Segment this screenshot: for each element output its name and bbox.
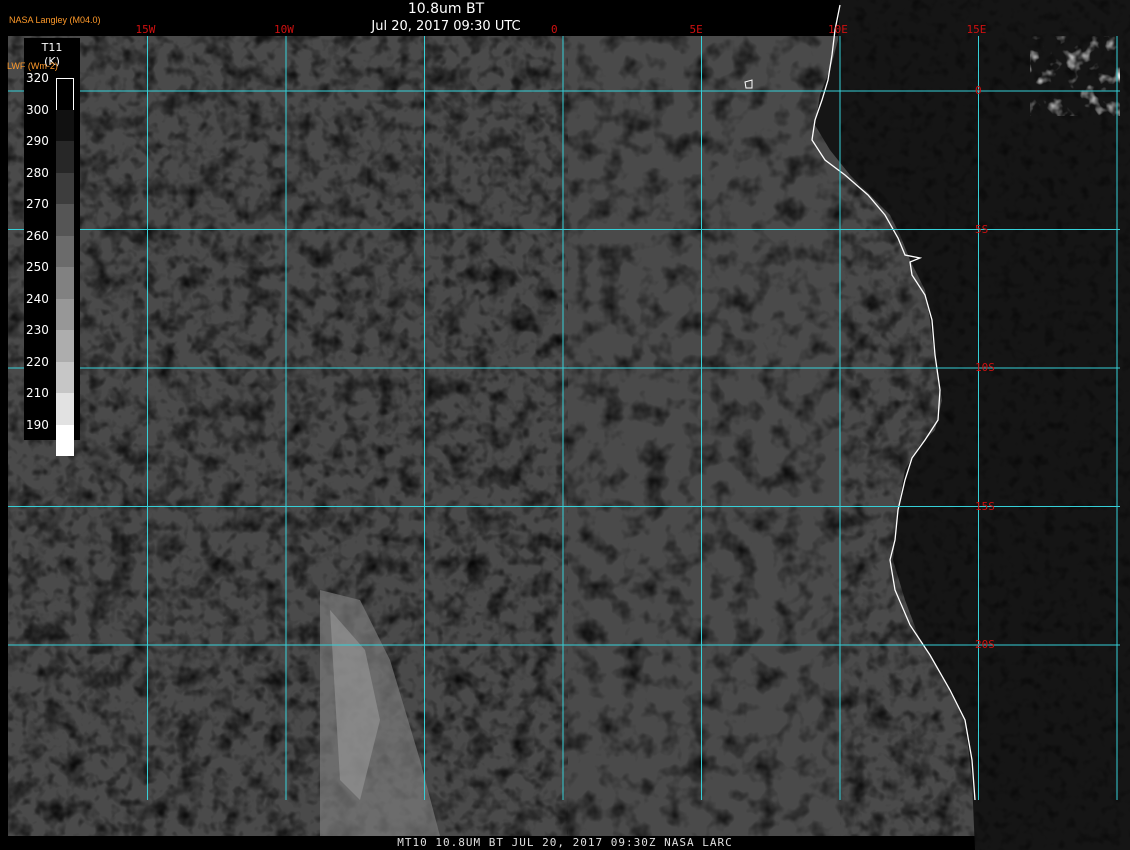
product-title: 10.8um BT bbox=[407, 1, 485, 17]
observation-time: Jul 20, 2017 09:30 UTC bbox=[371, 19, 521, 34]
image-footer: MT10 10.8UM BT JUL 20, 2017 09:30Z NASA … bbox=[397, 836, 733, 849]
legend-label: 260 bbox=[26, 228, 49, 243]
legend-variable: T11 bbox=[41, 41, 63, 54]
latitude-label: 0 bbox=[975, 84, 982, 97]
legend-swatch bbox=[56, 172, 74, 204]
longitude-label: 10W bbox=[274, 23, 294, 36]
legend-label: 220 bbox=[26, 354, 49, 369]
legend-overlay-label: LWF (Wm-2) bbox=[7, 61, 58, 71]
legend-swatch bbox=[56, 141, 74, 173]
longitude-label: 5E bbox=[689, 23, 703, 36]
latitude-label: 5S bbox=[975, 222, 989, 236]
broken-cloud-texture bbox=[8, 36, 568, 836]
latitude-label: 10S bbox=[975, 361, 995, 374]
latitude-label: 20S bbox=[975, 638, 995, 651]
satellite-map bbox=[8, 0, 1130, 850]
longitude-label: 15E bbox=[966, 23, 987, 36]
credit-label: NASA Langley (M04.0) bbox=[9, 15, 101, 25]
longitude-label: 10E bbox=[828, 23, 848, 36]
legend-label: 270 bbox=[26, 197, 49, 211]
legend-swatch bbox=[56, 330, 74, 362]
legend-label: 210 bbox=[26, 386, 49, 400]
legend-label: 320 bbox=[26, 71, 49, 85]
legend-swatch bbox=[56, 235, 74, 267]
latitude-label: 15S bbox=[975, 499, 995, 513]
legend-label: 240 bbox=[26, 291, 49, 306]
legend-swatch bbox=[56, 298, 74, 330]
legend-label: 280 bbox=[26, 165, 49, 180]
land-texture bbox=[840, 0, 1130, 850]
legend-swatch bbox=[56, 393, 74, 425]
legend-label: 290 bbox=[26, 134, 49, 148]
legend-label: 230 bbox=[26, 323, 49, 337]
high-cloud-ne bbox=[1030, 36, 1120, 116]
legend-swatch bbox=[56, 267, 74, 299]
longitude-label: 0 bbox=[551, 23, 558, 36]
legend-swatch bbox=[56, 109, 74, 141]
longitude-label: 15W bbox=[135, 23, 156, 36]
satellite-image-viewer: 10.8um BT Jul 20, 2017 09:30 UTC NASA La… bbox=[0, 0, 1130, 850]
legend-swatch bbox=[56, 361, 74, 393]
legend-label: 250 bbox=[26, 260, 49, 274]
legend-label: 190 bbox=[26, 417, 49, 432]
legend-label: 300 bbox=[26, 102, 49, 117]
legend-swatch bbox=[56, 78, 74, 110]
legend-swatch bbox=[56, 204, 74, 236]
legend-swatch bbox=[56, 424, 74, 456]
